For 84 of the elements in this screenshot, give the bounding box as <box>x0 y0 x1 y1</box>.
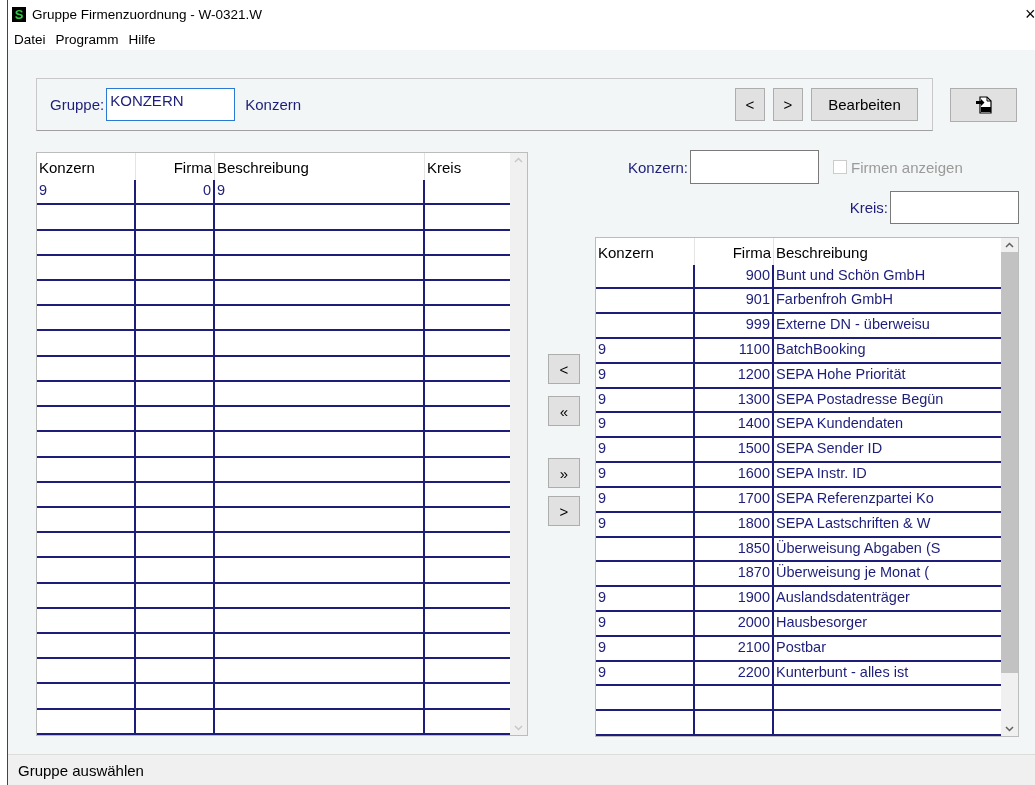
table-cell-text: Externe DN - überweisu <box>775 315 931 335</box>
table-cell-text: BatchBooking <box>775 340 867 360</box>
table-cell: 999 <box>695 314 774 338</box>
table-cell: 9 <box>596 612 695 635</box>
menu-item[interactable]: Programm <box>50 31 124 47</box>
table-cell: 9 <box>596 339 695 362</box>
menu-item[interactable]: Datei <box>9 31 51 47</box>
table-cell-text: Farbenfroh GmbH <box>775 290 894 310</box>
table-cell: 1800 <box>695 512 774 536</box>
field-label: Kreis: <box>849 199 888 216</box>
table-cell: 1200 <box>695 363 774 387</box>
table-cell: 9 <box>596 413 695 437</box>
table-cell: 2000 <box>695 612 774 635</box>
status-bar: Gruppe auswählen <box>8 754 1035 785</box>
chevron-down-icon[interactable] <box>1005 726 1014 732</box>
table-cell: 1400 <box>695 413 774 437</box>
table-cell-text: SEPA Lastschriften & W <box>775 513 932 533</box>
table-cell: 1100 <box>695 339 774 362</box>
table-cell-text: SEPA Hohe Priorität <box>775 364 907 384</box>
table-cell: 1900 <box>695 587 774 610</box>
scrollbar[interactable] <box>1001 238 1018 736</box>
table-cell-text: SEPA Sender ID <box>775 439 884 459</box>
table-cell-text: Kunterbunt - alles ist <box>775 662 910 682</box>
table-cell: 9 <box>596 438 695 462</box>
table-cell-text: Postbar <box>775 637 827 657</box>
checkbox-label: Firmen anzeigen <box>851 158 963 176</box>
previous-button[interactable]: < <box>735 88 765 121</box>
table-cell: 9 <box>596 487 695 511</box>
column-header[interactable]: Firma <box>136 153 215 181</box>
table-cell: 9 <box>596 587 695 610</box>
table-cell: 9 <box>596 512 695 536</box>
table-cell: 2200 <box>695 661 774 685</box>
table-cell: 1700 <box>695 487 774 511</box>
column-header[interactable]: Kreis <box>425 153 510 181</box>
table-cell-text: SEPA Instr. ID <box>775 464 868 484</box>
table-cell-text: Überweisung Abgaben (S <box>775 538 942 558</box>
scrollbar-thumb[interactable] <box>1001 252 1018 673</box>
table-cell: 9 <box>215 180 425 204</box>
table-cell: 9 <box>596 363 695 387</box>
column-header[interactable]: Konzern <box>37 153 136 181</box>
table-cell-text: SEPA Postadresse Begün <box>775 389 945 409</box>
menu-item[interactable]: Hilfe <box>123 31 161 47</box>
table-cell: 1870 <box>695 562 774 586</box>
table-cell-text: SEPA Referenzpartei Ko <box>775 488 935 508</box>
table-cell: 1500 <box>695 438 774 462</box>
pdf-file-icon <box>975 96 992 114</box>
pdf-export-button[interactable] <box>950 88 1017 122</box>
table-cell: 900 <box>695 264 774 288</box>
field-label: Gruppe: <box>50 96 105 113</box>
move-button[interactable]: < <box>548 354 580 384</box>
table-cell-text: Auslandsdatenträger <box>775 588 911 608</box>
chevron-up-icon[interactable] <box>1005 242 1014 248</box>
move-button[interactable]: » <box>548 458 580 488</box>
window-title: Gruppe Firmenzuordnung - W-0321.W <box>32 6 264 22</box>
next-button[interactable]: > <box>773 88 803 121</box>
table-cell: 901 <box>695 289 774 313</box>
move-button[interactable]: « <box>548 396 580 426</box>
table-cell: 9 <box>596 463 695 486</box>
column-header[interactable]: Firma <box>695 238 774 265</box>
table-cell-text: Hausbesorger <box>775 613 869 632</box>
move-button[interactable]: > <box>548 496 580 526</box>
edit-button[interactable]: Bearbeiten <box>811 88 918 121</box>
column-header[interactable]: Beschreibung <box>774 238 1001 265</box>
column-header[interactable]: Beschreibung <box>215 153 425 181</box>
table-cell: 9 <box>37 180 136 204</box>
table-cell-text: Überweisung je Monat ( <box>775 563 931 583</box>
table-cell-text: SEPA Kundendaten <box>775 414 905 434</box>
table-cell: 9 <box>596 636 695 660</box>
close-button[interactable]: × <box>1025 3 1035 25</box>
table-cell-text: Bunt und Schön GmbH <box>775 265 927 285</box>
table-cell: 9 <box>596 661 695 685</box>
input-field[interactable] <box>690 150 819 184</box>
field-label: Konzern: <box>627 158 688 176</box>
table-cell: 1600 <box>695 463 774 486</box>
input-field[interactable] <box>890 191 1019 224</box>
group-description: Konzern <box>245 96 303 113</box>
table-cell: 1850 <box>695 537 774 561</box>
table-cell: 1300 <box>695 388 774 412</box>
table-cell: 9 <box>596 388 695 412</box>
table-cell: 0 <box>136 180 215 204</box>
input-field[interactable]: KONZERN <box>106 88 236 121</box>
column-header[interactable]: Konzern <box>596 238 695 265</box>
app-icon: S <box>12 6 26 22</box>
table-cell: 2100 <box>695 636 774 660</box>
